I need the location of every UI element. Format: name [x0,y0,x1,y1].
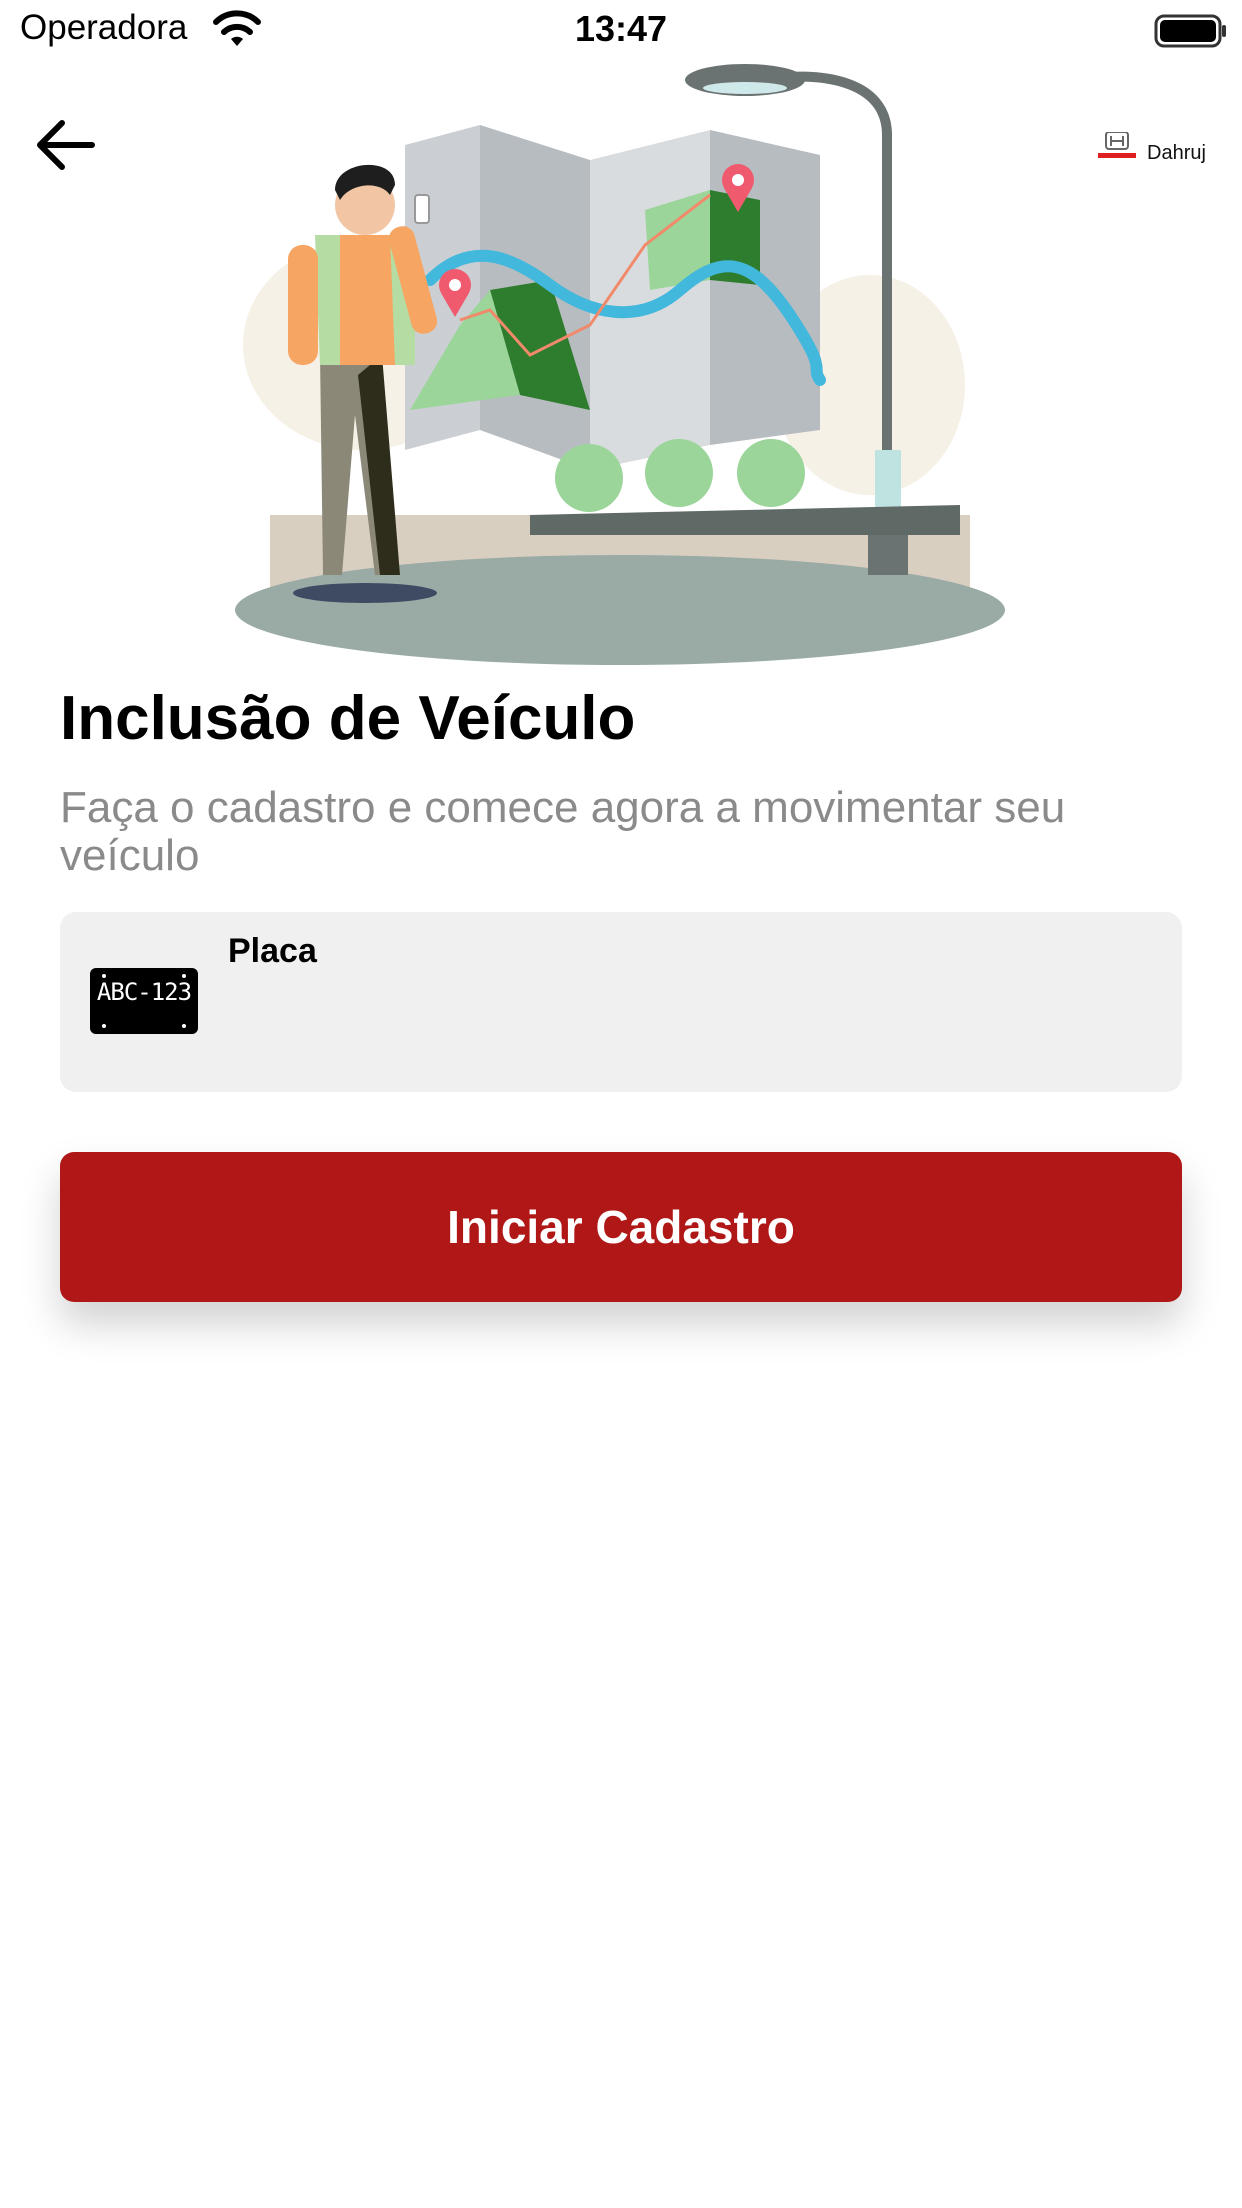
plate-field[interactable]: ABC-123 Placa [60,912,1182,1092]
page-subtitle: Faça o cadastro e comece agora a movimen… [60,783,1066,880]
status-time: 13:47 [574,8,668,49]
person-with-map-illustration [235,64,1005,665]
back-arrow-icon[interactable] [30,110,100,180]
plate-input[interactable] [228,984,1132,1056]
page-title: Inclusão de Veículo [60,684,636,753]
plate-field-label: Placa [228,932,317,970]
battery-icon [1154,14,1226,48]
plate-icon-text: ABC-123 [96,978,192,1006]
status-bar: Operadora 13:47 [0,0,1242,60]
license-plate-icon: ABC-123 [90,968,198,1034]
brand-name: Dahruj [1147,142,1206,164]
start-registration-button[interactable]: Iniciar Cadastro [60,1152,1182,1302]
